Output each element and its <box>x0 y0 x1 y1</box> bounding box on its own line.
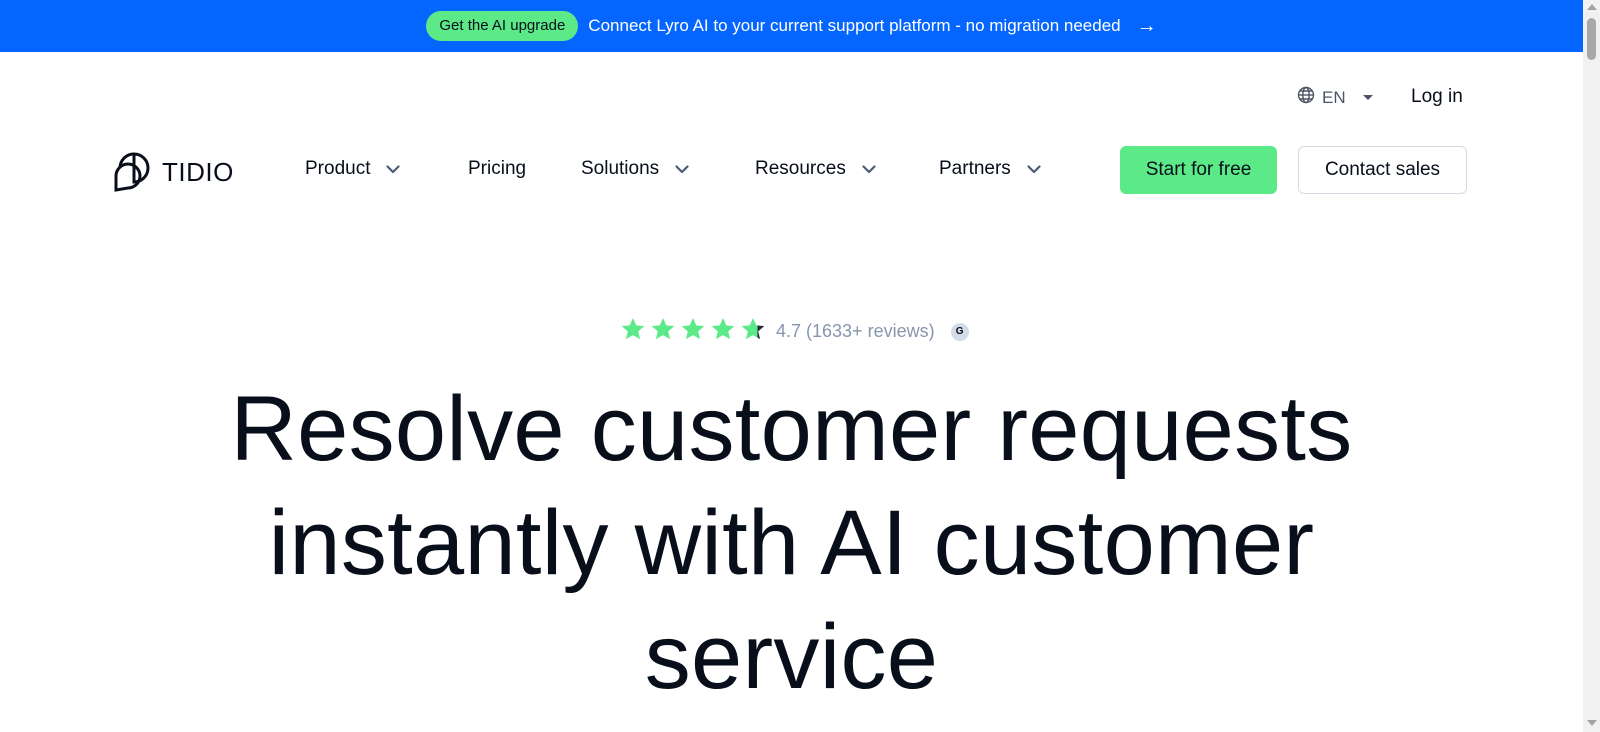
nav-resources[interactable]: Resources <box>755 158 876 180</box>
star-icon <box>620 316 646 347</box>
logo-wordmark: TIDIO <box>162 157 234 187</box>
star-icon <box>740 316 766 347</box>
scroll-up-icon[interactable] <box>1587 4 1597 10</box>
g2-badge-icon[interactable]: G <box>950 322 969 341</box>
arrow-right-icon[interactable]: → <box>1137 16 1157 36</box>
promo-banner[interactable]: Get the AI upgrade Connect Lyro AI to yo… <box>0 0 1583 52</box>
language-label: EN <box>1322 87 1346 107</box>
nav-solutions-label: Solutions <box>581 158 660 179</box>
tidio-logo[interactable]: TIDIO <box>114 148 234 197</box>
nav-product[interactable]: Product <box>305 158 401 180</box>
rating-summary: 4.7 (1633+ reviews) G <box>620 316 969 347</box>
star-icon <box>710 316 736 347</box>
scroll-down-icon[interactable] <box>1587 720 1597 726</box>
chevron-down-icon <box>862 158 876 180</box>
scroll-thumb[interactable] <box>1587 18 1596 60</box>
scrollbar[interactable] <box>1583 0 1600 732</box>
chevron-down-icon <box>1027 158 1041 180</box>
nav-pricing[interactable]: Pricing <box>468 158 526 180</box>
globe-icon <box>1297 86 1315 109</box>
contact-sales-button[interactable]: Contact sales <box>1298 146 1467 194</box>
caret-down-icon <box>1362 95 1373 100</box>
rating-text: 4.7 (1633+ reviews) <box>776 321 935 341</box>
nav-product-label: Product <box>305 158 371 179</box>
tidio-logo-icon <box>114 148 156 197</box>
start-for-free-button[interactable]: Start for free <box>1120 146 1277 194</box>
language-selector[interactable]: EN <box>1297 86 1373 109</box>
star-icon <box>650 316 676 347</box>
nav-partners[interactable]: Partners <box>939 158 1041 180</box>
nav-solutions[interactable]: Solutions <box>581 158 689 180</box>
star-icon <box>680 316 706 347</box>
chevron-down-icon <box>675 158 689 180</box>
nav-partners-label: Partners <box>939 158 1011 179</box>
hero-headline: Resolve customer requests instantly with… <box>230 378 1353 708</box>
ai-upgrade-badge[interactable]: Get the AI upgrade <box>426 11 579 41</box>
nav-resources-label: Resources <box>755 158 846 179</box>
nav-pricing-label: Pricing <box>468 158 527 179</box>
banner-text[interactable]: Connect Lyro AI to your current support … <box>588 16 1120 36</box>
chevron-down-icon <box>386 158 401 180</box>
login-link[interactable]: Log in <box>1411 86 1463 108</box>
